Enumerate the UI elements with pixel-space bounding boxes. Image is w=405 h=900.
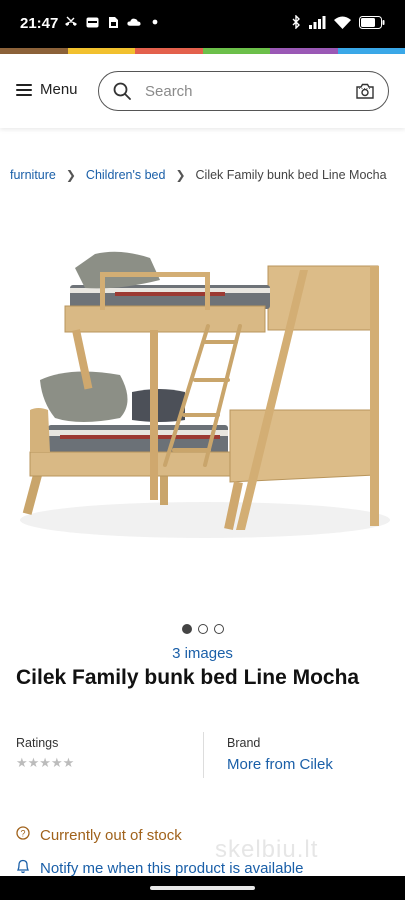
- rating-stars[interactable]: ★★★★★: [16, 756, 74, 769]
- status-time: 21:47: [20, 15, 59, 32]
- camera-search-icon[interactable]: [356, 83, 374, 104]
- bluetooth-icon: [292, 14, 301, 34]
- question-circle-icon: ?: [16, 826, 30, 845]
- wifi-icon: [334, 16, 351, 34]
- product-brand: Cilek: [16, 666, 67, 689]
- dot-icon: [148, 15, 162, 29]
- mail-icon: [85, 15, 99, 29]
- breadcrumb: furniture ❯ Children's bed ❯ Cilek Famil…: [10, 168, 405, 182]
- breadcrumb-current: Cilek Family bunk bed Line Mocha: [195, 168, 387, 182]
- ratings-label: Ratings: [16, 736, 59, 750]
- product-image[interactable]: [0, 230, 405, 560]
- chevron-right-icon: ❯: [65, 168, 76, 182]
- carousel-dot[interactable]: [213, 624, 224, 634]
- images-count-link[interactable]: 3 images: [0, 645, 405, 662]
- stock-status-text: Currently out of stock: [40, 827, 182, 844]
- product-name: Family bunk bed Line Mocha: [72, 666, 360, 689]
- svg-text:?: ?: [20, 829, 25, 839]
- divider: [203, 732, 204, 778]
- menu-label: Menu: [40, 81, 78, 98]
- carousel-dot[interactable]: [197, 624, 208, 634]
- breadcrumb-link-childrens-bed[interactable]: Children's bed: [86, 168, 166, 182]
- more-from-brand-link[interactable]: More from Cilek: [227, 756, 333, 773]
- stock-status: ? Currently out of stock: [16, 826, 182, 845]
- carousel-dot[interactable]: [181, 624, 192, 634]
- chevron-right-icon: ❯: [175, 168, 186, 182]
- signal-icon: [309, 15, 326, 34]
- missed-call-icon: [64, 15, 78, 29]
- system-nav-bar: [0, 876, 405, 900]
- sim-icon: [106, 15, 120, 29]
- search-icon[interactable]: [113, 82, 131, 105]
- status-bar: 21:47: [0, 0, 405, 48]
- hamburger-icon: [16, 83, 32, 96]
- search-input[interactable]: [145, 80, 345, 102]
- home-indicator[interactable]: [150, 886, 255, 890]
- notify-me-text: Notify me when this product is available: [40, 860, 304, 877]
- carousel-dots: [0, 624, 405, 634]
- cloud-icon: [127, 15, 141, 29]
- brand-label: Brand: [227, 736, 261, 750]
- star-icon: ★★★★★: [16, 755, 75, 770]
- notification-icons: [64, 15, 162, 29]
- search-bar[interactable]: [98, 71, 389, 111]
- site-header: Menu: [0, 54, 405, 128]
- system-icons: [292, 14, 385, 34]
- breadcrumb-link-furniture[interactable]: furniture: [10, 168, 56, 182]
- menu-button[interactable]: Menu: [16, 81, 78, 98]
- product-title: Cilek Family bunk bed Line Mocha: [16, 666, 359, 690]
- battery-icon: [359, 15, 385, 34]
